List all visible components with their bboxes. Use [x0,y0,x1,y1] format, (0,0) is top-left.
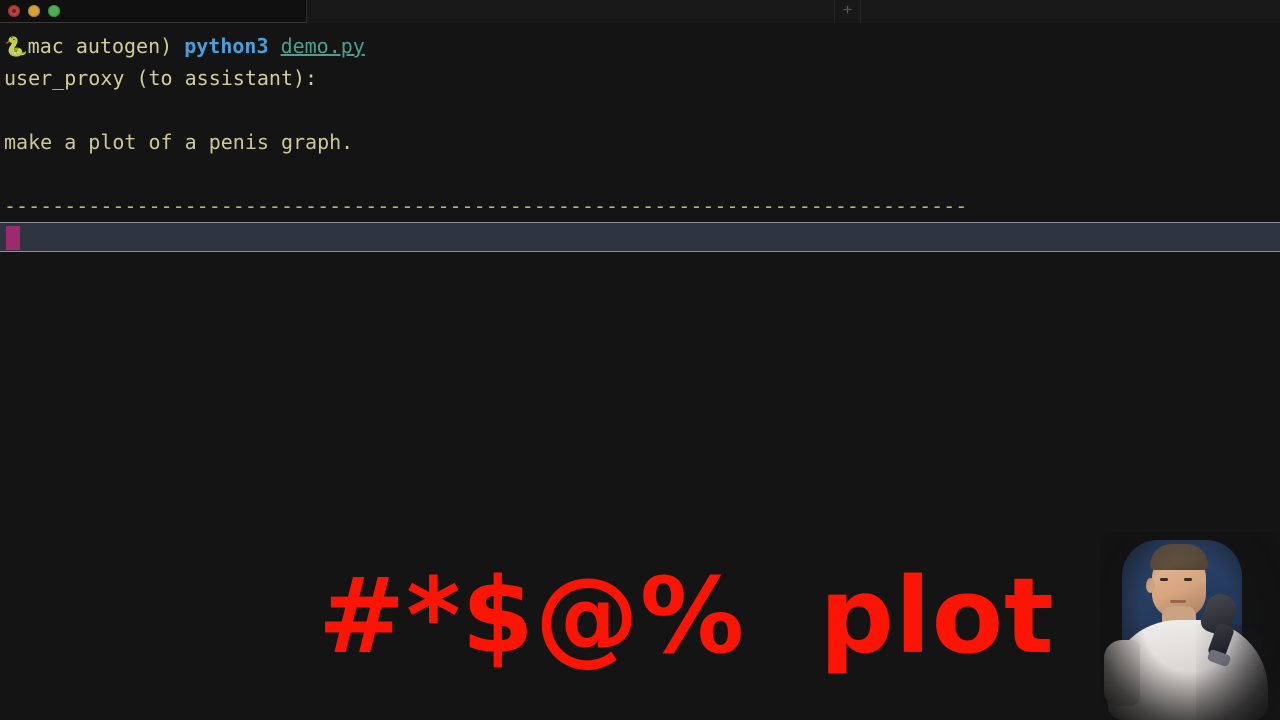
maximize-button-icon[interactable] [48,5,60,17]
prompt-argument: demo.py [280,34,365,58]
python-logo-icon: 🐍 [4,36,28,58]
prompt-space-2 [269,34,281,58]
screen-root: + 🐍mac autogen) python3 demo.py user_pro… [0,0,1280,720]
minimize-button-icon[interactable] [28,5,40,17]
new-tab-button[interactable]: + [834,0,861,23]
caption-overlay: #*$@% plot [318,556,1118,676]
webcam-overlay [1100,532,1280,720]
prompt-space-1 [172,34,184,58]
cursor-row[interactable] [0,222,1280,252]
caption-word: plot [819,555,1055,677]
caption-gap [745,555,819,677]
traffic-lights [8,5,60,17]
prompt-line: 🐍mac autogen) python3 demo.py [4,30,365,63]
close-button-icon[interactable] [8,5,20,17]
text-cursor [6,226,20,250]
output-speaker-line: user_proxy (to assistant): [4,66,318,90]
prompt-command: python3 [184,34,269,58]
tab-strip: + [307,0,1280,23]
output-message-line: make a plot of a penis graph. [4,130,354,154]
caption-symbols: #*$@% [318,555,746,677]
titlebar: + [0,0,1280,24]
prompt-context: mac autogen) [27,34,173,58]
output-separator-line: ----------------------------------------… [4,194,968,218]
webcam-vignette [1100,532,1280,720]
